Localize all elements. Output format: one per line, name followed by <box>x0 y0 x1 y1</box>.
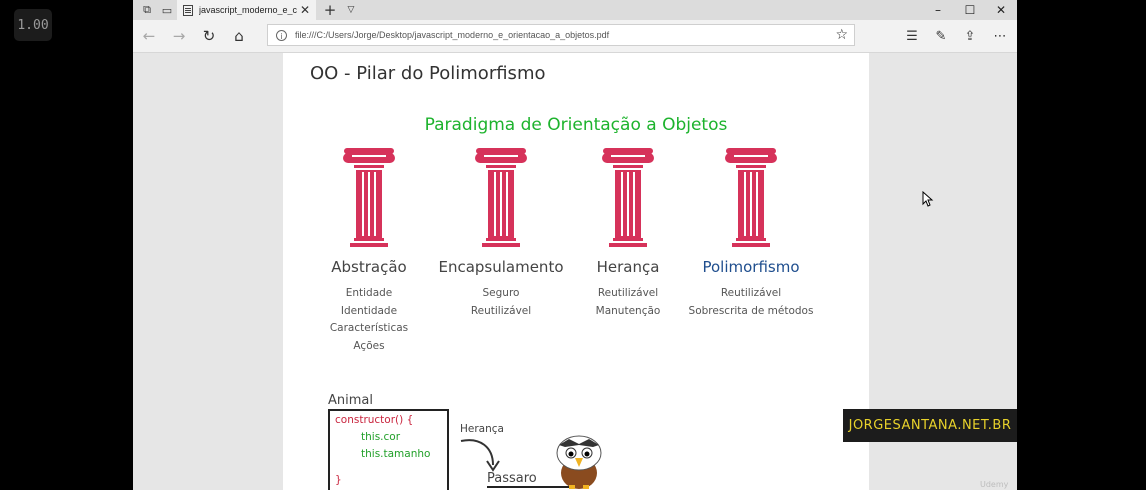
class-name-animal: Animal <box>328 393 373 408</box>
favorites-list-icon[interactable]: ☰ <box>902 26 922 46</box>
url-field[interactable]: i file:///C:/Users/Jorge/Desktop/javascr… <box>267 24 855 46</box>
code-line: this.tamanho <box>361 448 431 460</box>
tab-title: javascript_moderno_e_c <box>199 5 298 15</box>
tab-list-chevron-icon[interactable]: ▽ <box>343 2 359 18</box>
maximize-button[interactable]: ☐ <box>955 0 985 20</box>
back-icon[interactable]: ← <box>139 26 159 46</box>
inheritance-label: Herança <box>460 423 504 435</box>
url-text: file:///C:/Users/Jorge/Desktop/javascrip… <box>295 30 610 40</box>
slide-subtitle: Paradigma de Orientação a Objetos <box>424 115 728 135</box>
code-line: this.cor <box>361 431 401 443</box>
inheritance-arrow-icon <box>460 439 500 472</box>
share-icon[interactable]: ⇪ <box>960 26 980 46</box>
corner-logo: Udemy <box>980 480 1009 489</box>
pillar-icon <box>725 148 777 247</box>
pdf-page: OO - Pilar do Polimorfismo Paradigma de … <box>283 53 869 490</box>
description-line: Características <box>329 322 409 334</box>
pillar-label-polimorfismo: Polimorfismo <box>702 258 800 276</box>
description-line: Sobrescrita de métodos <box>688 304 814 317</box>
tab-groups-icon[interactable]: ⧉ <box>139 2 155 18</box>
forward-icon[interactable]: → <box>169 26 189 46</box>
slide-title: OO - Pilar do Polimorfismo <box>310 63 546 84</box>
address-bar-row: ← → ↻ ⌂ i file:///C:/Users/Jorge/Desktop… <box>133 20 1017 53</box>
close-tab-icon[interactable]: ✕ <box>300 3 310 17</box>
refresh-icon[interactable]: ↻ <box>199 26 219 46</box>
eagle-mascot-icon <box>556 435 602 489</box>
code-line: constructor() { <box>335 414 414 426</box>
code-box: constructor() { this.cor this.tamanho } <box>328 409 449 490</box>
tab-bar: ⧉ ▭ javascript_moderno_e_c ✕ + ▽ – ☐ ✕ <box>133 0 1017 20</box>
pillar-icon <box>343 148 395 247</box>
watermark: JORGESANTANA.NET.BR <box>843 409 1017 442</box>
home-icon[interactable]: ⌂ <box>229 26 249 46</box>
pen-icon[interactable]: ✎ <box>931 26 951 46</box>
pillar-description-polimorfismo: Reutilizável Sobrescrita de métodos <box>671 285 831 320</box>
minimize-button[interactable]: – <box>923 0 953 20</box>
code-line: } <box>335 474 342 486</box>
pillar-icon <box>602 148 654 247</box>
description-line: Ações <box>353 339 385 352</box>
playback-speed-badge[interactable]: 1.00 <box>14 9 52 41</box>
pillar-icon <box>475 148 527 247</box>
description-line: Reutilizável <box>720 287 782 299</box>
document-icon <box>183 4 193 16</box>
info-icon[interactable]: i <box>276 29 287 41</box>
mouse-cursor-icon <box>922 191 934 207</box>
favorite-star-icon[interactable]: ☆ <box>835 27 848 43</box>
tab-preview-icon[interactable]: ▭ <box>159 2 175 18</box>
new-tab-icon[interactable]: + <box>322 1 338 19</box>
more-icon[interactable]: ⋯ <box>990 26 1010 46</box>
tab-pdf[interactable]: javascript_moderno_e_c ✕ <box>177 0 316 20</box>
close-window-button[interactable]: ✕ <box>986 0 1016 20</box>
